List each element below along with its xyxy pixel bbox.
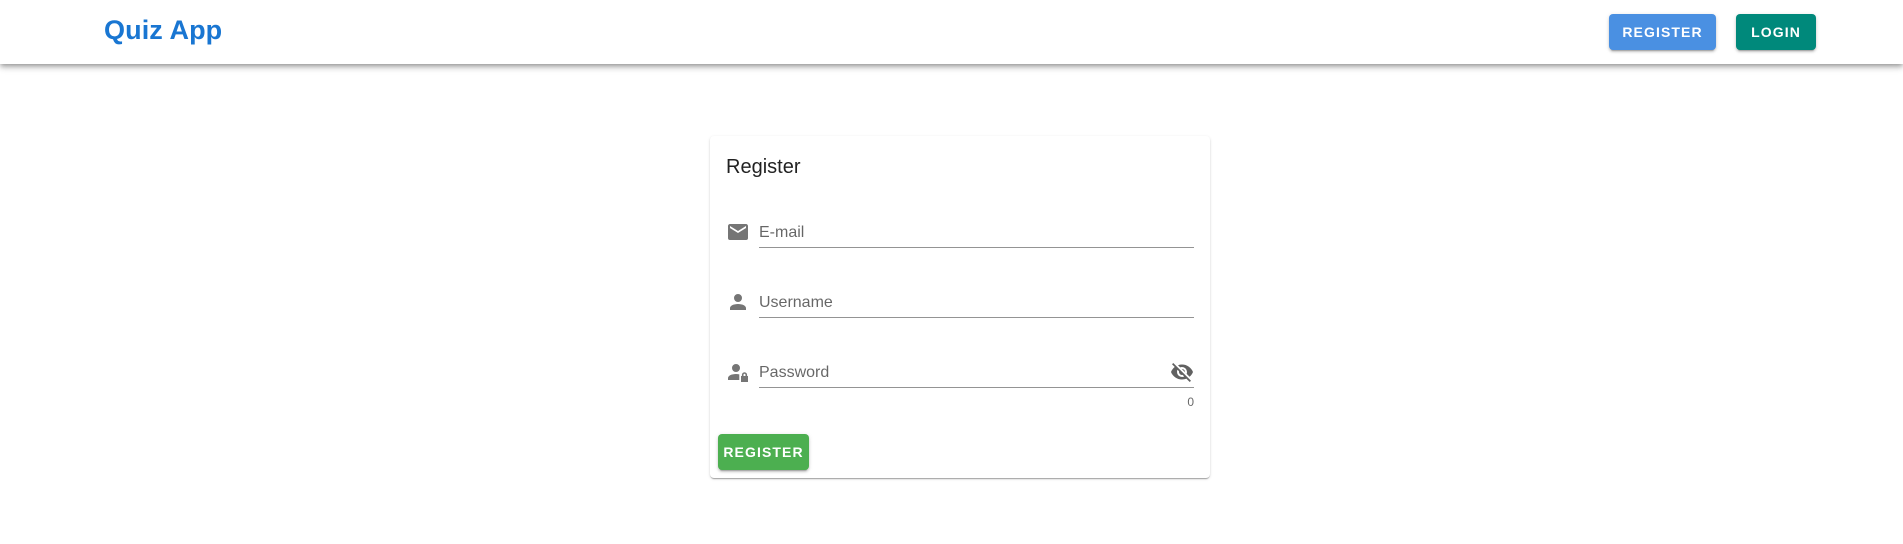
username-field: [726, 284, 1194, 324]
password-field: [726, 354, 1194, 394]
password-char-counter: 0: [1187, 395, 1194, 409]
eye-off-icon[interactable]: [1170, 360, 1194, 384]
app-title[interactable]: Quiz App: [104, 15, 222, 46]
password-input[interactable]: [759, 354, 1194, 388]
email-icon: [726, 220, 750, 244]
account-icon: [726, 290, 750, 314]
form-title: Register: [726, 156, 801, 178]
header-login-button[interactable]: LOGIN: [1736, 14, 1816, 50]
header-register-button[interactable]: REGISTER: [1609, 14, 1716, 50]
app-bar: Quiz App REGISTER LOGIN: [0, 0, 1903, 64]
register-card: Register 0 REGISTER: [710, 136, 1210, 478]
username-input[interactable]: [759, 284, 1194, 318]
email-field: [726, 214, 1194, 254]
email-input[interactable]: [759, 214, 1194, 248]
account-lock-icon: [726, 360, 750, 384]
register-submit-button[interactable]: REGISTER: [718, 434, 809, 470]
